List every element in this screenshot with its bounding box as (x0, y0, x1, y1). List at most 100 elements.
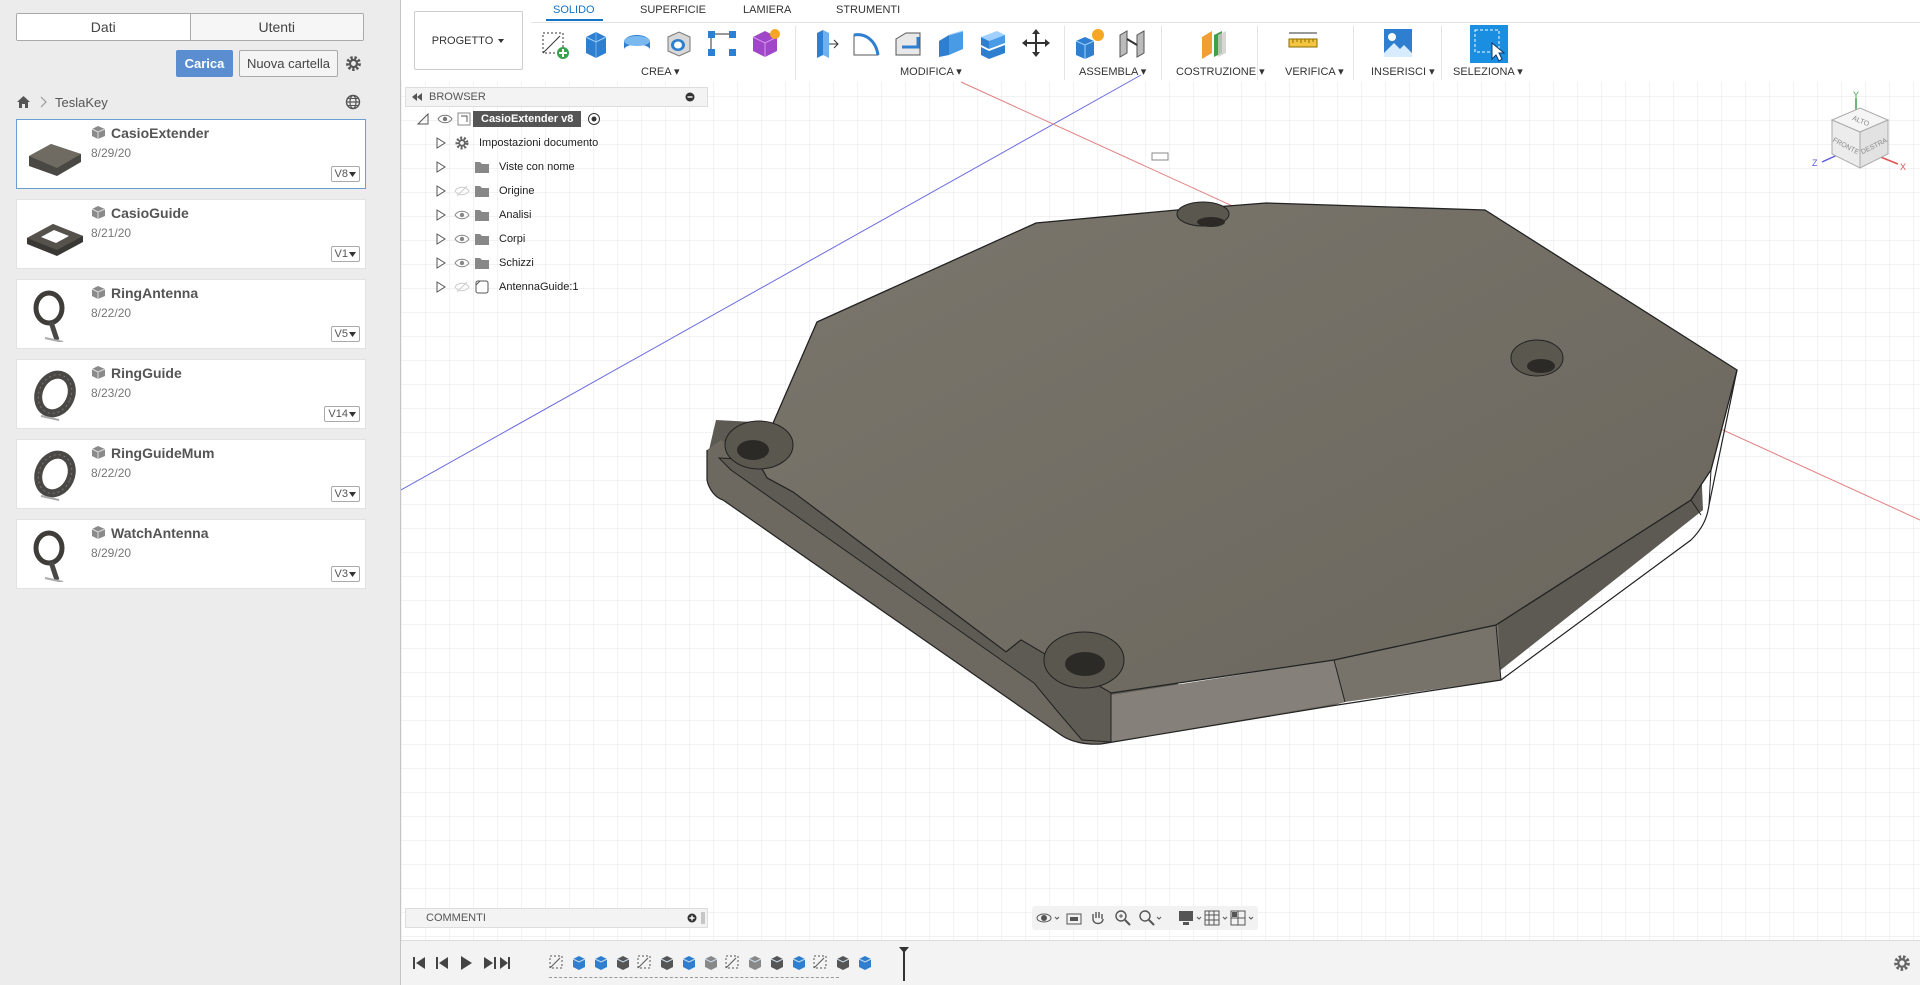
canvas-viewport[interactable]: PROGETTO SOLIDO SUPERFICIE LAMIERA STRUM… (401, 0, 1920, 985)
version-dropdown[interactable]: V14 (324, 406, 360, 422)
grid-settings-icon[interactable] (1204, 909, 1230, 927)
timeline-feature-icon[interactable] (834, 953, 852, 971)
add-comment-icon[interactable] (687, 913, 697, 923)
timeline-feature-icon[interactable] (790, 953, 808, 971)
expanded-arrow-icon[interactable] (417, 113, 429, 125)
expand-arrow-icon[interactable] (436, 281, 446, 293)
fillet-icon[interactable] (850, 27, 882, 59)
timeline-sketch-icon[interactable] (636, 953, 654, 971)
browser-node[interactable]: Schizzi (405, 251, 708, 275)
group-crea[interactable]: CREA ▾ (641, 65, 680, 78)
file-card[interactable]: RingGuideMum 8/22/20 V3 (16, 439, 366, 509)
group-verifica[interactable]: VERIFICA ▾ (1285, 65, 1344, 78)
timeline-sketch-icon[interactable] (812, 953, 830, 971)
create-form-icon[interactable] (749, 27, 781, 59)
viewports-icon[interactable] (1230, 909, 1256, 927)
press-pull-icon[interactable] (809, 27, 841, 59)
breadcrumb-project[interactable]: TeslaKey (55, 95, 108, 110)
step-back-icon[interactable] (436, 957, 448, 969)
eye-icon[interactable] (454, 257, 470, 269)
version-dropdown[interactable]: V5 (330, 326, 360, 342)
browser-node[interactable]: Impostazioni documento (405, 131, 708, 155)
expand-arrow-icon[interactable] (436, 233, 446, 245)
comments-panel[interactable]: COMMENTI (405, 908, 708, 928)
timeline-feature-icon[interactable] (856, 953, 874, 971)
version-dropdown[interactable]: V8 (330, 166, 360, 182)
expand-arrow-icon[interactable] (436, 185, 446, 197)
revolve-icon[interactable] (621, 27, 653, 59)
file-card[interactable]: RingAntenna 8/22/20 V5 (16, 279, 366, 349)
new-component-icon[interactable] (1074, 27, 1106, 59)
browser-node[interactable]: Origine (405, 179, 708, 203)
timeline-feature-icon[interactable] (592, 953, 610, 971)
timeline-feature-icon[interactable] (680, 953, 698, 971)
eye-icon[interactable] (454, 233, 470, 245)
go-to-start-icon[interactable] (413, 957, 425, 969)
eye-hidden-icon[interactable] (454, 281, 470, 293)
timeline-feature-icon[interactable] (614, 953, 632, 971)
step-forward-icon[interactable] (484, 957, 496, 969)
insert-image-icon[interactable] (1382, 27, 1414, 59)
eye-icon[interactable] (437, 113, 453, 125)
group-inserisci[interactable]: INSERISCI ▾ (1371, 65, 1435, 78)
tab-utenti[interactable]: Utenti (189, 14, 363, 40)
file-card[interactable]: CasioGuide 8/21/20 V1 (16, 199, 366, 269)
display-settings-icon[interactable] (1178, 909, 1204, 927)
file-card[interactable]: WatchAntenna 8/29/20 V3 (16, 519, 366, 589)
version-dropdown[interactable]: V3 (330, 566, 360, 582)
zoom-icon[interactable] (1114, 909, 1132, 927)
tab-solido[interactable]: SOLIDO (553, 4, 595, 16)
home-icon[interactable] (16, 95, 31, 109)
file-card[interactable]: RingGuide 8/23/20 V14 (16, 359, 366, 429)
move-copy-icon[interactable] (1020, 27, 1052, 59)
timeline-settings-gear-icon[interactable] (1893, 954, 1911, 972)
group-costruzione[interactable]: COSTRUZIONE ▾ (1176, 65, 1265, 78)
browser-node[interactable]: AntennaGuide:1 (405, 275, 708, 299)
browser-root-node[interactable]: CasioExtender v8 (405, 107, 708, 131)
orbit-icon[interactable] (1036, 910, 1062, 926)
timeline-sketch-icon[interactable] (548, 953, 566, 971)
tab-superficie[interactable]: SUPERFICIE (640, 4, 706, 16)
group-assembla[interactable]: ASSEMBLA ▾ (1079, 65, 1146, 78)
tab-lamiera[interactable]: LAMIERA (743, 4, 791, 16)
version-dropdown[interactable]: V3 (330, 486, 360, 502)
offset-plane-icon[interactable] (1198, 27, 1230, 59)
look-at-icon[interactable] (1066, 910, 1082, 926)
browser-node[interactable]: Viste con nome (405, 155, 708, 179)
fit-zoom-icon[interactable] (1138, 909, 1164, 927)
panel-grip-icon[interactable] (701, 912, 705, 924)
select-icon[interactable] (1470, 25, 1508, 63)
eye-icon[interactable] (454, 209, 470, 221)
upload-button[interactable]: Carica (176, 50, 233, 77)
browser-node[interactable]: Analisi (405, 203, 708, 227)
joint-icon[interactable] (1117, 27, 1149, 59)
viewcube[interactable]: Y Z X ALTO FRONTE DESTRA (1804, 90, 1912, 190)
minimize-icon[interactable] (685, 92, 695, 102)
timeline-sketch-icon[interactable] (724, 953, 742, 971)
timeline-feature-icon[interactable] (768, 953, 786, 971)
project-menu-button[interactable]: PROGETTO (414, 11, 523, 70)
combine-icon[interactable] (977, 27, 1009, 59)
group-seleziona[interactable]: SELEZIONA ▾ (1453, 65, 1523, 78)
shell-icon[interactable] (935, 27, 967, 59)
tab-strumenti[interactable]: STRUMENTI (836, 4, 900, 16)
extrude-icon[interactable] (580, 27, 612, 59)
play-icon[interactable] (461, 956, 472, 970)
file-card[interactable]: CasioExtender 8/29/20 V8 (16, 119, 366, 189)
timeline-feature-icon[interactable] (658, 953, 676, 971)
expand-arrow-icon[interactable] (436, 257, 446, 269)
eye-hidden-icon[interactable] (454, 185, 470, 197)
pan-hand-icon[interactable] (1090, 909, 1106, 927)
new-folder-button[interactable]: Nuova cartella (239, 50, 338, 77)
expand-arrow-icon[interactable] (436, 161, 446, 173)
create-sketch-icon[interactable] (538, 27, 570, 59)
expand-arrow-icon[interactable] (436, 137, 446, 149)
version-dropdown[interactable]: V1 (330, 246, 360, 262)
pattern-icon[interactable] (706, 27, 738, 59)
chamfer-icon[interactable] (892, 27, 924, 59)
timeline-feature-icon[interactable] (746, 953, 764, 971)
timeline-marker[interactable] (898, 947, 910, 981)
hole-icon[interactable] (663, 27, 695, 59)
globe-icon[interactable] (345, 94, 361, 110)
collapse-panel-icon[interactable] (412, 93, 422, 101)
